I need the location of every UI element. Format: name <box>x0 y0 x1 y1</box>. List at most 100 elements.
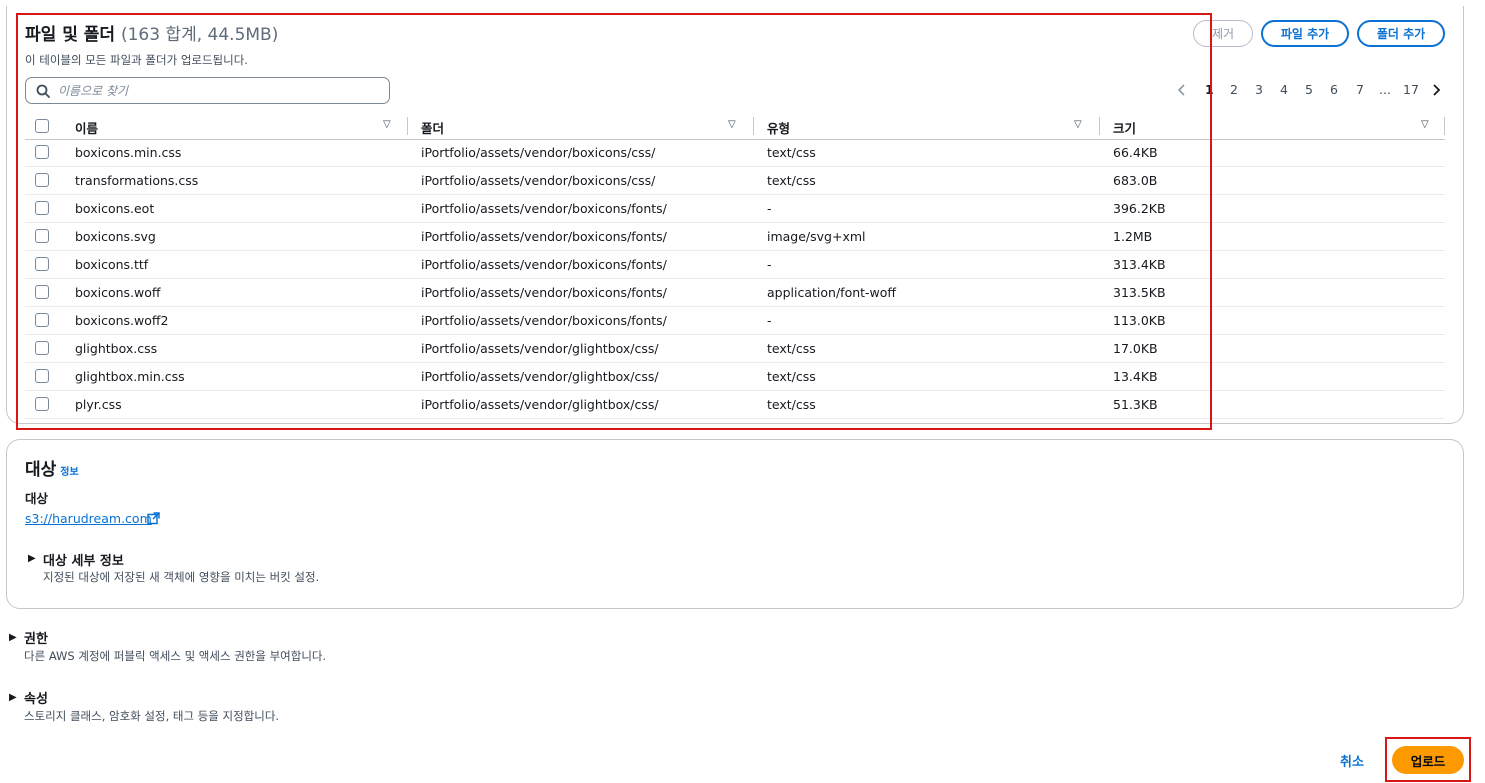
add-folder-button[interactable]: 폴더 추가 <box>1357 20 1445 47</box>
expand-caret-icon[interactable]: ▶ <box>28 553 36 564</box>
row-checkbox[interactable] <box>35 369 49 383</box>
file-type: text/css <box>767 341 816 356</box>
file-folder: iPortfolio/assets/vendor/boxicons/css/ <box>421 145 656 160</box>
destination-title-text: 대상 <box>25 460 57 480</box>
column-divider[interactable] <box>1099 117 1100 135</box>
page-17[interactable]: 17 <box>1403 82 1419 97</box>
sort-down-icon[interactable]: ▽ <box>1421 119 1429 130</box>
file-size: 66.4KB <box>1113 145 1158 160</box>
file-folder: iPortfolio/assets/vendor/glightbox/css/ <box>421 369 659 384</box>
file-name: boxicons.woff2 <box>75 313 169 328</box>
file-size: 13.4KB <box>1113 369 1158 384</box>
file-name: plyr.css <box>75 397 122 412</box>
file-size: 1.2MB <box>1113 229 1153 244</box>
external-link-icon[interactable] <box>147 512 160 525</box>
column-header-folder[interactable]: 폴더 <box>421 118 444 137</box>
table-row[interactable]: boxicons.woff2 iPortfolio/assets/vendor/… <box>25 307 1445 335</box>
column-header-size[interactable]: 크기 <box>1113 118 1136 137</box>
file-name: glightbox.css <box>75 341 158 356</box>
bucket-link[interactable]: s3://harudream.com <box>25 511 152 526</box>
row-checkbox[interactable] <box>35 257 49 271</box>
column-divider[interactable] <box>1444 117 1445 135</box>
row-checkbox[interactable] <box>35 201 49 215</box>
file-folder: iPortfolio/assets/vendor/boxicons/fonts/ <box>421 257 667 272</box>
destination-details-toggle[interactable]: 대상 세부 정보 <box>43 550 124 569</box>
row-checkbox[interactable] <box>35 313 49 327</box>
file-name: boxicons.min.css <box>75 145 182 160</box>
properties-toggle[interactable]: 속성 <box>24 688 48 707</box>
permissions-toggle[interactable]: 권한 <box>24 628 48 647</box>
row-checkbox[interactable] <box>35 397 49 411</box>
file-name: glightbox.min.css <box>75 369 185 384</box>
sort-down-icon[interactable]: ▽ <box>383 119 391 130</box>
table-row[interactable]: boxicons.min.css iPortfolio/assets/vendo… <box>25 139 1445 167</box>
table-row[interactable]: boxicons.eot iPortfolio/assets/vendor/bo… <box>25 195 1445 223</box>
files-count: (163 합계, 44.5MB) <box>120 25 279 45</box>
file-folder: iPortfolio/assets/vendor/boxicons/css/ <box>421 173 656 188</box>
column-divider[interactable] <box>407 117 408 135</box>
file-type: application/font-woff <box>767 285 897 300</box>
files-panel-title-text: 파일 및 폴더 <box>25 25 116 45</box>
upload-button[interactable]: 업로드 <box>1392 746 1464 774</box>
table-row[interactable]: glightbox.css iPortfolio/assets/vendor/g… <box>25 335 1445 363</box>
remove-button[interactable]: 제거 <box>1193 20 1253 47</box>
row-checkbox[interactable] <box>35 173 49 187</box>
add-files-button[interactable]: 파일 추가 <box>1261 20 1349 47</box>
file-type: text/css <box>767 173 816 188</box>
page-1[interactable]: 1 <box>1205 82 1214 97</box>
row-checkbox[interactable] <box>35 229 49 243</box>
page-2[interactable]: 2 <box>1230 82 1238 97</box>
page-7[interactable]: 7 <box>1356 82 1364 97</box>
file-name: transformations.css <box>75 173 199 188</box>
row-checkbox[interactable] <box>35 341 49 355</box>
table-header: 이름 ▽ 폴더 ▽ 유형 ▽ 크기 ▽ <box>25 114 1445 140</box>
table-row[interactable]: boxicons.svg iPortfolio/assets/vendor/bo… <box>25 223 1445 251</box>
file-type: - <box>767 201 772 216</box>
file-size: 51.3KB <box>1113 397 1158 412</box>
select-all-checkbox[interactable] <box>35 119 49 133</box>
chevron-left-icon[interactable] <box>1177 83 1187 97</box>
expand-caret-icon[interactable]: ▶ <box>9 692 17 703</box>
file-type: text/css <box>767 145 816 160</box>
chevron-right-icon[interactable] <box>1431 83 1441 97</box>
search-icon <box>36 84 50 98</box>
column-header-type[interactable]: 유형 <box>767 118 790 137</box>
column-header-name[interactable]: 이름 <box>75 118 98 137</box>
row-checkbox[interactable] <box>35 145 49 159</box>
table-row[interactable]: transformations.css iPortfolio/assets/ve… <box>25 167 1445 195</box>
files-panel-title: 파일 및 폴더 (163 합계, 44.5MB) <box>25 20 278 45</box>
file-type: text/css <box>767 397 816 412</box>
file-type: text/css <box>767 369 816 384</box>
table-row[interactable]: boxicons.woff iPortfolio/assets/vendor/b… <box>25 279 1445 307</box>
row-checkbox[interactable] <box>35 285 49 299</box>
sort-down-icon[interactable]: ▽ <box>728 119 736 130</box>
file-name: boxicons.eot <box>75 201 155 216</box>
table-row[interactable]: boxicons.ttf iPortfolio/assets/vendor/bo… <box>25 251 1445 279</box>
sort-down-icon[interactable]: ▽ <box>1074 119 1082 130</box>
table-row[interactable]: plyr.css iPortfolio/assets/vendor/glight… <box>25 391 1445 419</box>
info-link[interactable]: 정보 <box>60 467 78 478</box>
destination-title: 대상 정보 <box>25 455 79 480</box>
file-size: 313.4KB <box>1113 257 1166 272</box>
file-size: 313.5KB <box>1113 285 1166 300</box>
page-4[interactable]: 4 <box>1280 82 1288 97</box>
page-3[interactable]: 3 <box>1255 82 1263 97</box>
page-ellipsis: ... <box>1379 82 1391 97</box>
file-type: image/svg+xml <box>767 229 866 244</box>
file-name: boxicons.ttf <box>75 257 149 272</box>
files-panel-description: 이 테이블의 모든 파일과 폴더가 업로드됩니다. <box>25 53 248 67</box>
file-folder: iPortfolio/assets/vendor/boxicons/fonts/ <box>421 201 667 216</box>
file-folder: iPortfolio/assets/vendor/glightbox/css/ <box>421 341 659 356</box>
table-row[interactable]: glightbox.min.css iPortfolio/assets/vend… <box>25 363 1445 391</box>
column-divider[interactable] <box>753 117 754 135</box>
file-name: boxicons.svg <box>75 229 156 244</box>
search-input[interactable]: 이름으로 찾기 <box>25 77 390 104</box>
page-5[interactable]: 5 <box>1305 82 1313 97</box>
file-folder: iPortfolio/assets/vendor/boxicons/fonts/ <box>421 313 667 328</box>
file-size: 17.0KB <box>1113 341 1158 356</box>
cancel-button[interactable]: 취소 <box>1340 751 1364 770</box>
expand-caret-icon[interactable]: ▶ <box>9 632 17 643</box>
file-name: boxicons.woff <box>75 285 161 300</box>
page-6[interactable]: 6 <box>1330 82 1338 97</box>
destination-details-desc: 지정된 대상에 저장된 새 객체에 영향을 미치는 버킷 설정. <box>43 570 320 584</box>
